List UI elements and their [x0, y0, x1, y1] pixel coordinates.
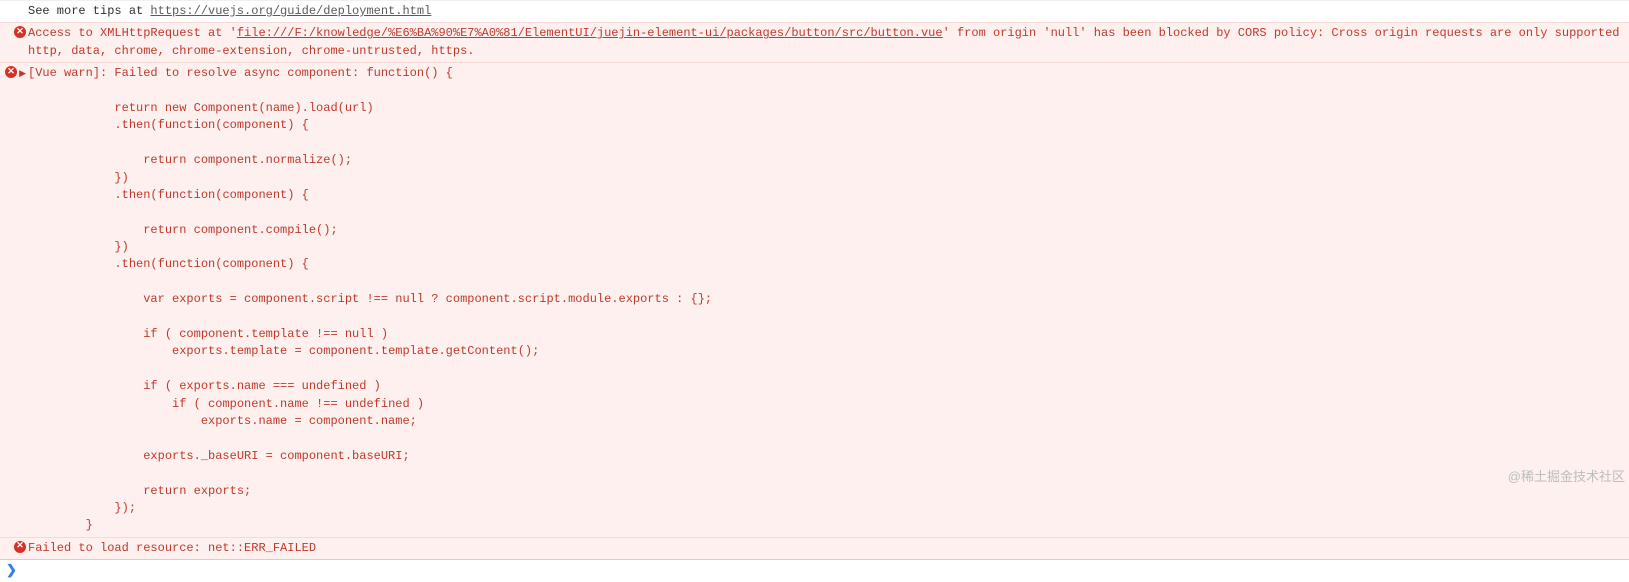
vuewarn-message: [Vue warn]: Failed to resolve async comp… — [26, 65, 1625, 535]
gutter-error-failload: ✕ — [4, 540, 26, 553]
console-error-failload: ✕ Failed to load resource: net::ERR_FAIL… — [0, 537, 1629, 559]
tip-prefix: See more tips at — [28, 4, 150, 18]
cors-file-link[interactable]: file:///F:/knowledge/%E6%BA%90%E7%A0%81/… — [237, 26, 943, 40]
cors-message: Access to XMLHttpRequest at 'file:///F:/… — [26, 25, 1625, 60]
tip-message: See more tips at https://vuejs.org/guide… — [26, 3, 1625, 20]
console-error-vuewarn: ✕ ▶ [Vue warn]: Failed to resolve async … — [0, 62, 1629, 537]
console-input[interactable] — [17, 563, 1623, 579]
error-icon: ✕ — [14, 541, 26, 553]
error-icon: ✕ — [5, 66, 17, 78]
expand-icon[interactable]: ▶ — [19, 66, 26, 81]
prompt-caret-icon: ❯ — [6, 563, 17, 579]
cors-pre: Access to XMLHttpRequest at ' — [28, 26, 237, 40]
console-error-cors: ✕ Access to XMLHttpRequest at 'file:///F… — [0, 22, 1629, 62]
gutter-error-cors: ✕ — [4, 25, 26, 38]
console-prompt-row[interactable]: ❯ — [0, 559, 1629, 582]
failload-message: Failed to load resource: net::ERR_FAILED — [26, 540, 1625, 557]
tip-link[interactable]: https://vuejs.org/guide/deployment.html — [150, 4, 431, 18]
error-icon: ✕ — [14, 26, 26, 38]
gutter-empty — [4, 3, 26, 4]
gutter-error-vuewarn: ✕ ▶ — [4, 65, 26, 81]
console-info-tip: See more tips at https://vuejs.org/guide… — [0, 0, 1629, 22]
